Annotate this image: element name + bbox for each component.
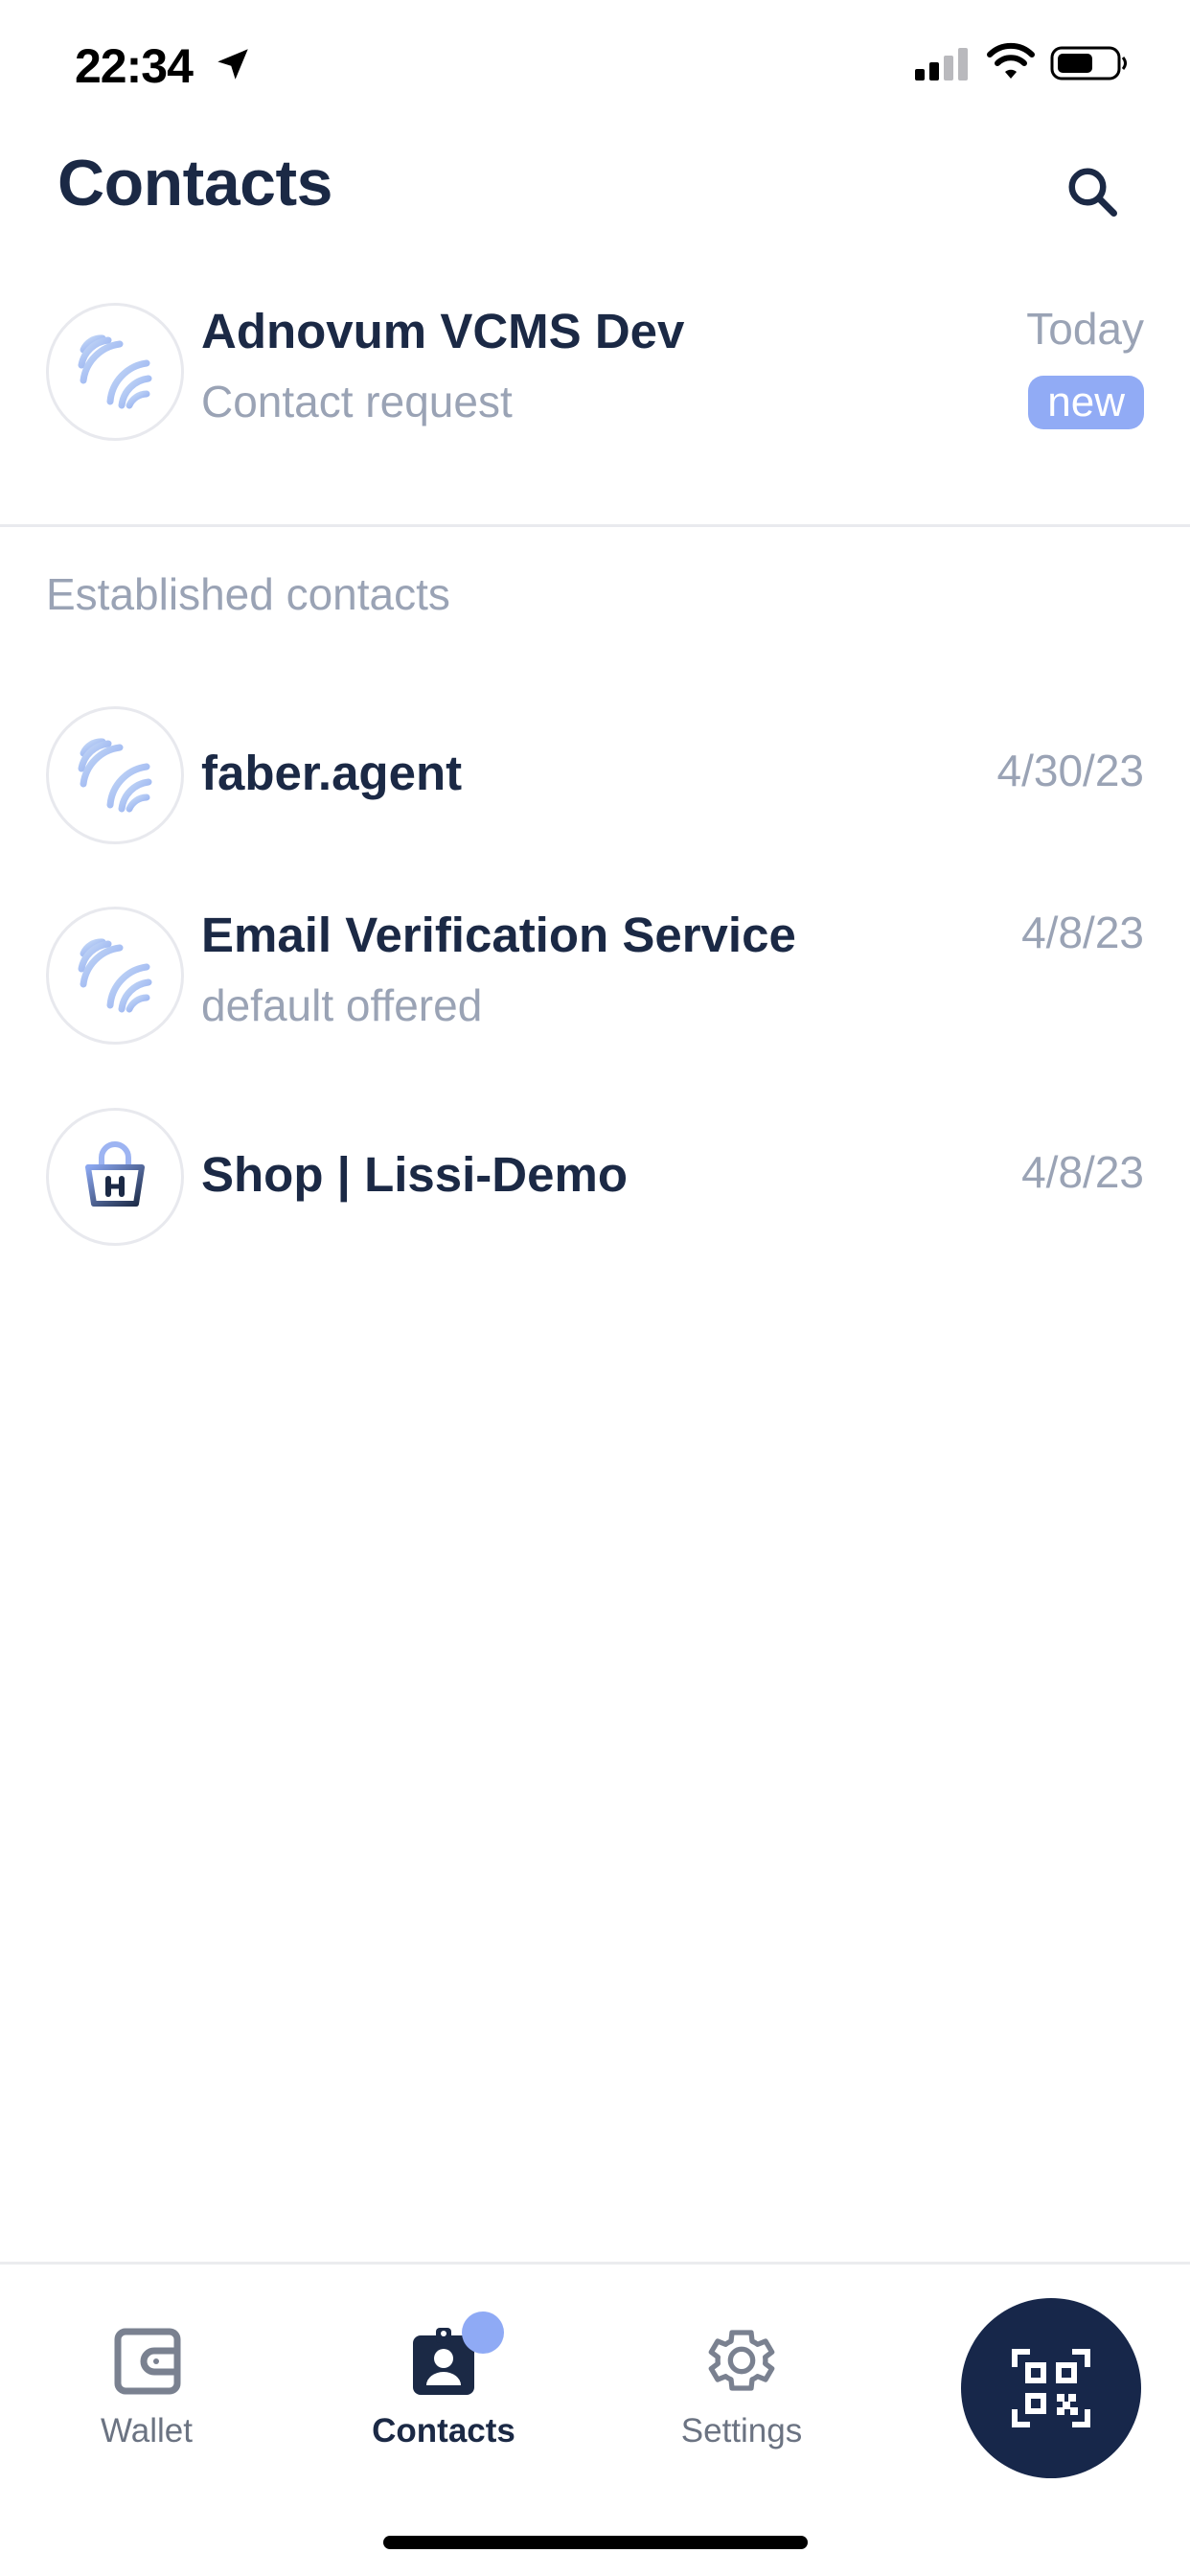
- tab-label: Contacts: [372, 2412, 515, 2450]
- contact-name: Adnovum VCMS Dev: [201, 304, 685, 358]
- tab-settings[interactable]: Settings: [631, 2322, 852, 2450]
- shopping-basket-icon: [85, 1141, 145, 1207]
- tab-label: Settings: [680, 2412, 803, 2450]
- search-button[interactable]: [1054, 153, 1131, 230]
- section-label: Established contacts: [46, 569, 450, 619]
- contact-request-row[interactable]: Adnovum VCMS Dev Contact request Today n…: [0, 303, 1190, 447]
- list-item[interactable]: Email Verification Service default offer…: [0, 907, 1190, 1050]
- location-arrow-icon: [217, 49, 248, 80]
- wallet-icon: [114, 2328, 181, 2395]
- qr-code-icon: [1012, 2349, 1090, 2427]
- signal-logo-icon: [78, 738, 152, 813]
- list-item[interactable]: faber.agent 4/30/23: [0, 706, 1190, 850]
- search-icon: [1068, 168, 1117, 217]
- contact-date: 4/8/23: [1021, 908, 1144, 957]
- tab-label: Wallet: [101, 2412, 193, 2450]
- status-time: 22:34: [75, 39, 194, 93]
- home-indicator: [383, 2536, 808, 2549]
- signal-logo-icon: [78, 938, 152, 1013]
- new-badge: new: [1028, 376, 1144, 429]
- wifi-icon: [987, 42, 1035, 79]
- battery-icon: [1050, 46, 1127, 80]
- status-bar: 22:34: [0, 0, 1190, 134]
- contact-name: Email Verification Service: [201, 908, 796, 962]
- list-item[interactable]: Shop | Lissi-Demo 4/8/23: [0, 1108, 1190, 1252]
- contact-date: Today: [1026, 304, 1144, 354]
- contact-subtitle: Contact request: [201, 377, 513, 426]
- contact-date: 4/30/23: [996, 746, 1144, 795]
- contact-avatar: [46, 303, 184, 441]
- notification-dot: [462, 2312, 504, 2354]
- cellular-signal-icon: [915, 48, 968, 80]
- contact-subtitle: default offered: [201, 980, 483, 1030]
- contact-name: faber.agent: [201, 746, 463, 800]
- section-divider: [0, 524, 1190, 527]
- contact-avatar: [46, 907, 184, 1045]
- contact-date: 4/8/23: [1021, 1147, 1144, 1197]
- page-title: Contacts: [57, 147, 332, 219]
- tab-wallet[interactable]: Wallet: [36, 2322, 257, 2450]
- contact-name: Shop | Lissi-Demo: [201, 1147, 628, 1202]
- scan-qr-button[interactable]: [961, 2298, 1141, 2478]
- tab-contacts[interactable]: Contacts: [333, 2322, 554, 2450]
- contact-avatar: [46, 1108, 184, 1246]
- contact-avatar: [46, 706, 184, 844]
- signal-logo-icon: [78, 334, 152, 409]
- gear-icon: [708, 2330, 775, 2391]
